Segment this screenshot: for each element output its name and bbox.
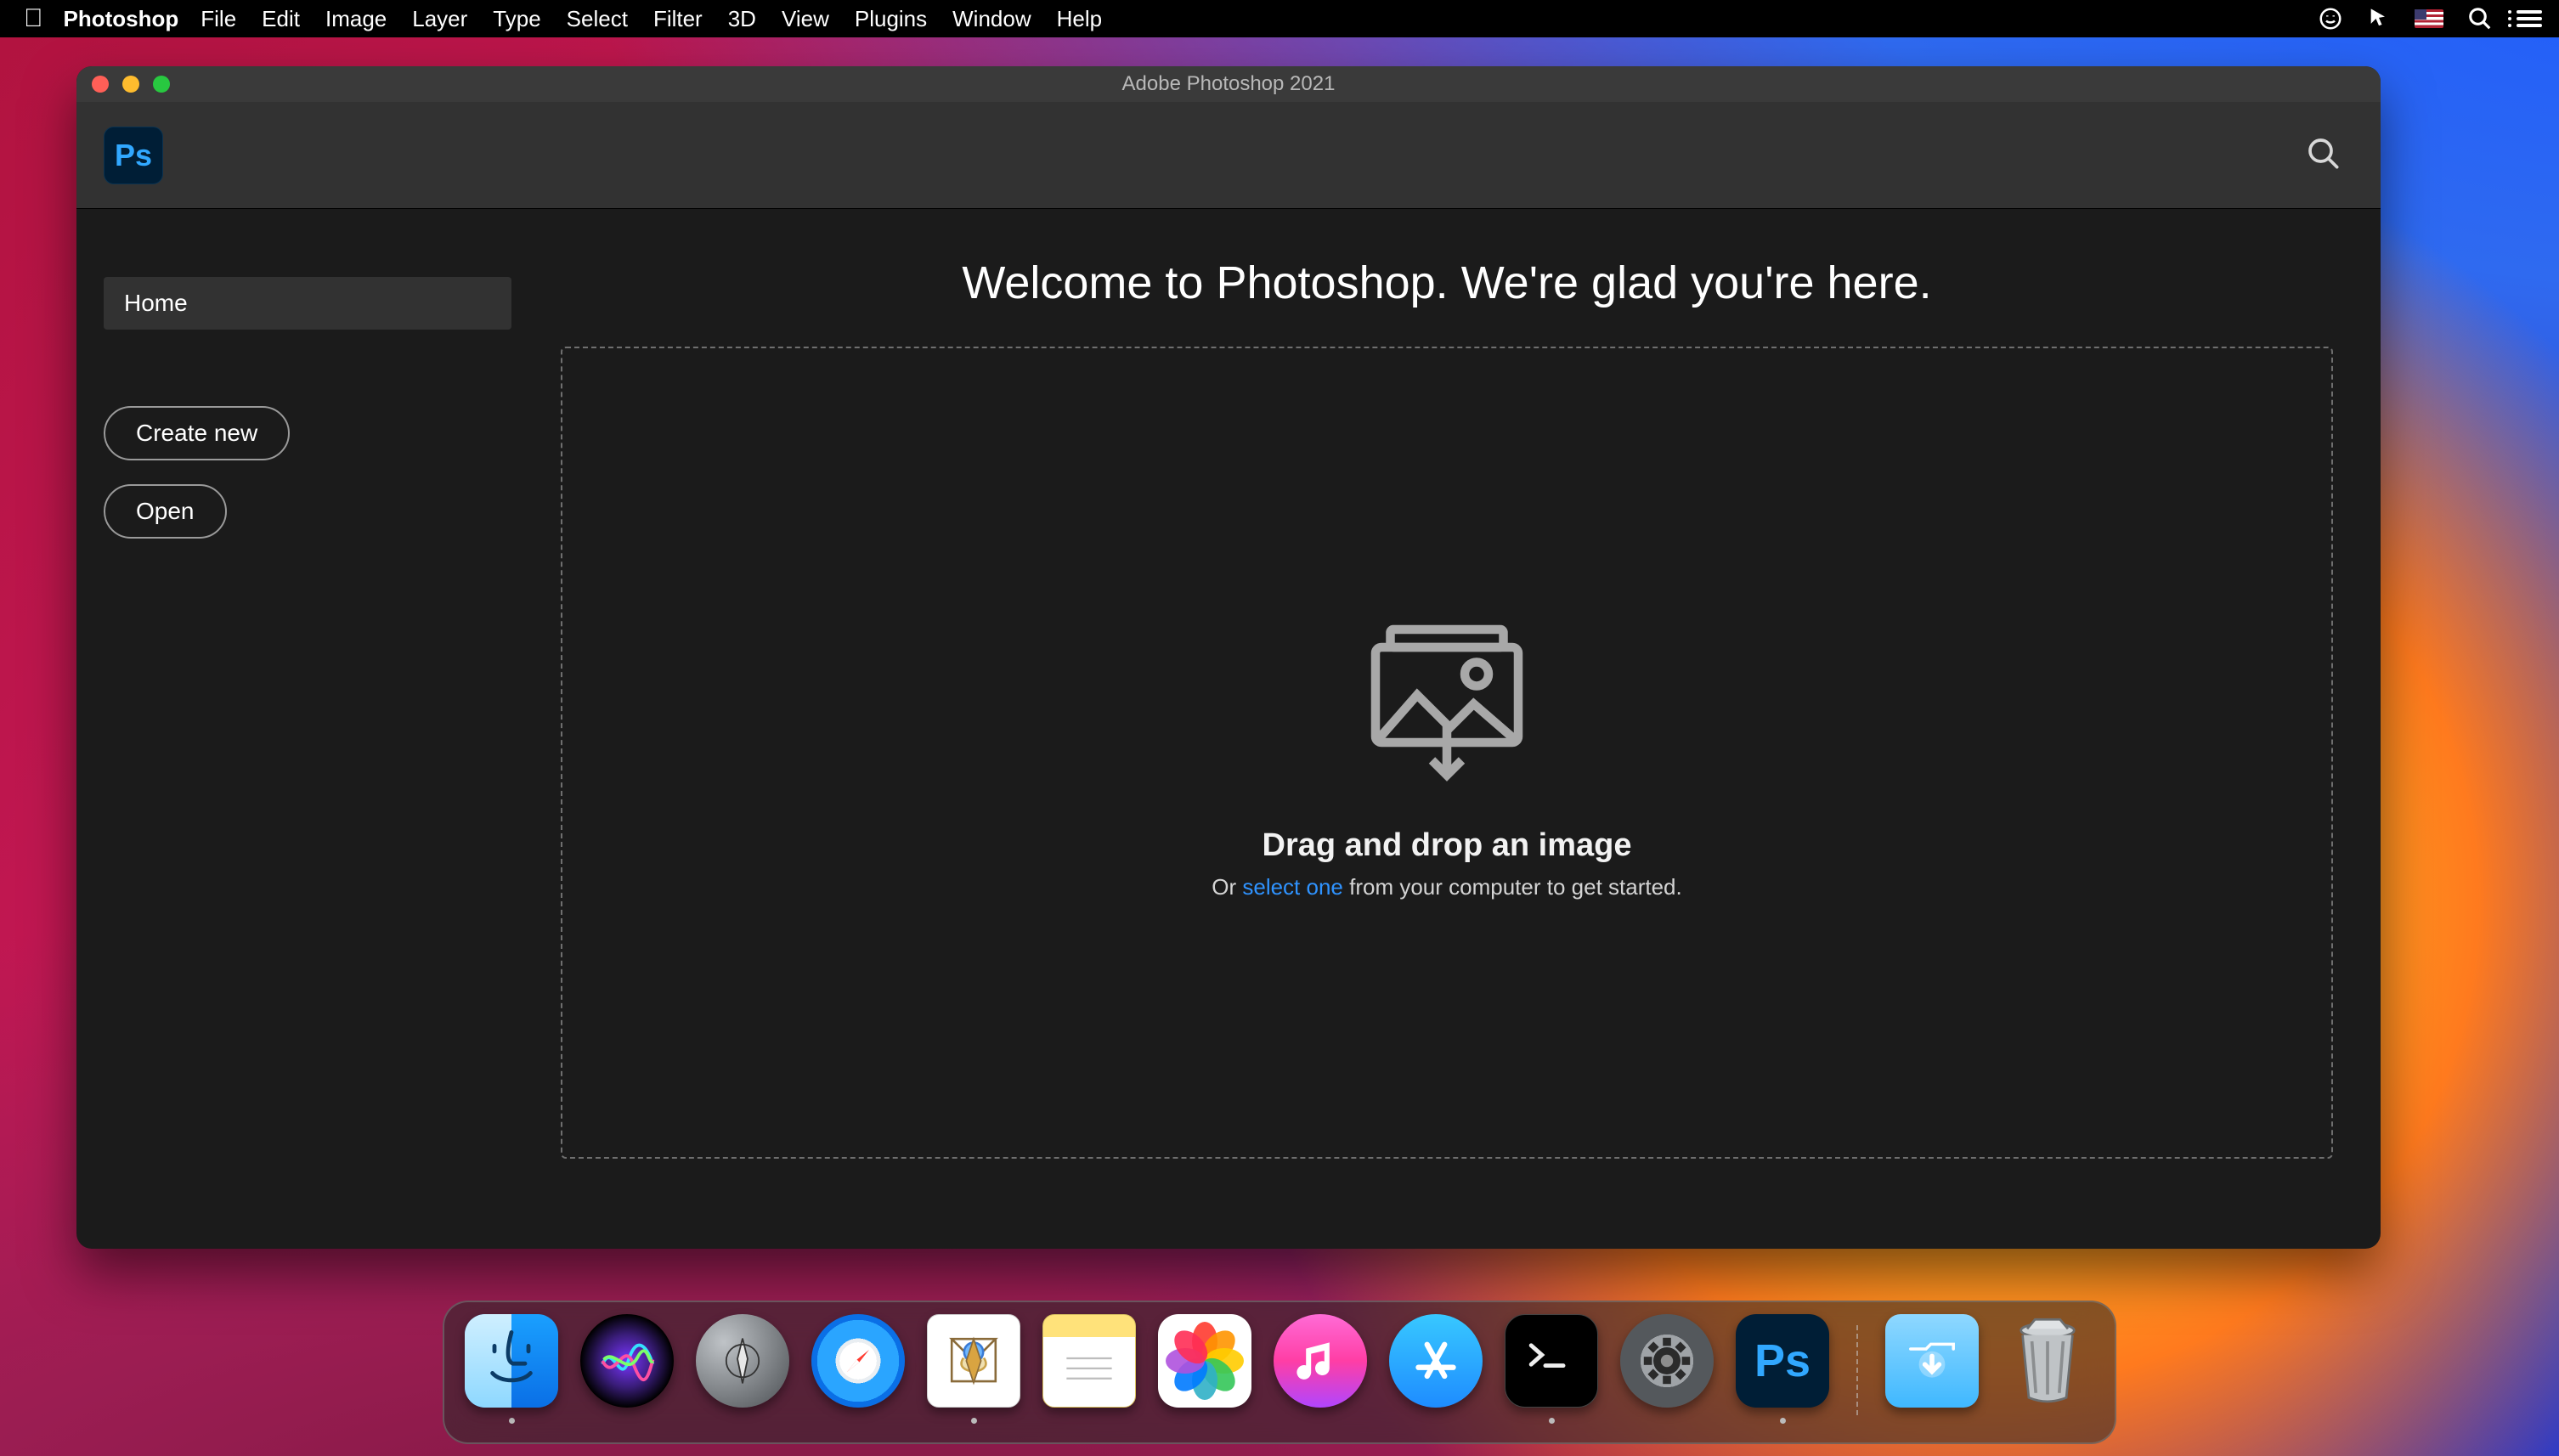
- window-title: Adobe Photoshop 2021: [76, 72, 2381, 96]
- dock-item-terminal[interactable]: [1505, 1314, 1598, 1424]
- drag-drop-zone[interactable]: Drag and drop an image Or select one fro…: [561, 347, 2333, 1159]
- menu-layer[interactable]: Layer: [412, 6, 467, 32]
- terminal-icon: [1505, 1314, 1598, 1408]
- open-button[interactable]: Open: [104, 484, 227, 539]
- home-sidebar: Home Create new Open: [76, 209, 561, 1249]
- menu-image[interactable]: Image: [325, 6, 387, 32]
- dock-indicator: [509, 1418, 515, 1424]
- home-main: Welcome to Photoshop. We're glad you're …: [561, 209, 2381, 1249]
- menu-window[interactable]: Window: [952, 6, 1031, 32]
- sidebar-tab-home[interactable]: Home: [104, 277, 511, 330]
- drop-subtext-prefix: Or: [1212, 874, 1242, 900]
- menu-view[interactable]: View: [782, 6, 829, 32]
- gear-icon: [1620, 1314, 1714, 1408]
- dock-item-system-preferences[interactable]: [1620, 1314, 1714, 1424]
- dock-item-photos[interactable]: [1158, 1314, 1251, 1424]
- select-file-link[interactable]: select one: [1242, 874, 1343, 900]
- photoshop-window: Adobe Photoshop 2021 Ps Home Create new …: [76, 66, 2381, 1249]
- launchpad-icon: [696, 1314, 789, 1408]
- dock-item-trash[interactable]: [2001, 1314, 2094, 1424]
- search-icon[interactable]: [2306, 136, 2340, 174]
- window-titlebar[interactable]: Adobe Photoshop 2021: [76, 66, 2381, 102]
- appstore-icon: [1389, 1314, 1483, 1408]
- menu-plugins[interactable]: Plugins: [855, 6, 927, 32]
- create-new-button[interactable]: Create new: [104, 406, 290, 460]
- drop-subtext: Or select one from your computer to get …: [1212, 874, 1681, 900]
- dock-item-launchpad[interactable]: [696, 1314, 789, 1424]
- music-icon: [1274, 1314, 1367, 1408]
- menu-type[interactable]: Type: [493, 6, 540, 32]
- spotlight-search-icon[interactable]: [2467, 6, 2493, 31]
- trash-icon: [2001, 1314, 2094, 1408]
- downloads-icon: [1885, 1314, 1979, 1408]
- welcome-heading: Welcome to Photoshop. We're glad you're …: [561, 257, 2333, 309]
- dock-container: Ps: [0, 1301, 2559, 1444]
- photos-icon: [1158, 1314, 1251, 1408]
- dock-item-finder[interactable]: [465, 1314, 558, 1424]
- dock-indicator: [971, 1418, 977, 1424]
- photoshop-logo-icon[interactable]: Ps: [104, 127, 163, 184]
- menu-edit[interactable]: Edit: [262, 6, 300, 32]
- image-drop-icon: [1358, 606, 1536, 788]
- menu-3d[interactable]: 3D: [728, 6, 756, 32]
- siri-icon: [580, 1314, 674, 1408]
- dock-item-music[interactable]: [1274, 1314, 1367, 1424]
- macos-dock: Ps: [443, 1301, 2116, 1444]
- menu-filter[interactable]: Filter: [653, 6, 703, 32]
- control-center-icon[interactable]: [2517, 10, 2542, 27]
- status-pointer-icon[interactable]: [2367, 7, 2391, 31]
- dock-item-siri[interactable]: [580, 1314, 674, 1424]
- apple-menu-icon[interactable]: : [24, 4, 43, 33]
- dock-item-downloads[interactable]: [1885, 1314, 1979, 1424]
- dock-indicator: [1780, 1418, 1786, 1424]
- safari-icon: [811, 1314, 905, 1408]
- dock-item-notes[interactable]: [1042, 1314, 1136, 1424]
- status-tray-icon[interactable]: [2318, 6, 2343, 31]
- menubar-app-name[interactable]: Photoshop: [64, 6, 179, 32]
- notes-icon: [1042, 1314, 1136, 1408]
- finder-icon: [465, 1314, 558, 1408]
- menu-select[interactable]: Select: [567, 6, 628, 32]
- dock-item-appstore[interactable]: [1389, 1314, 1483, 1424]
- macos-menubar:  Photoshop File Edit Image Layer Type S…: [0, 0, 2559, 37]
- dock-item-safari[interactable]: [811, 1314, 905, 1424]
- dock-separator: [1856, 1325, 1858, 1415]
- menu-help[interactable]: Help: [1057, 6, 1102, 32]
- dock-item-photoshop[interactable]: Ps: [1736, 1314, 1829, 1424]
- photoshop-app-icon: Ps: [1736, 1314, 1829, 1408]
- drop-heading: Drag and drop an image: [1263, 827, 1632, 864]
- dock-indicator: [1549, 1418, 1555, 1424]
- menu-file[interactable]: File: [201, 6, 236, 32]
- drop-subtext-suffix: from your computer to get started.: [1343, 874, 1682, 900]
- home-toolbar: Ps: [76, 102, 2381, 209]
- dock-item-mail[interactable]: [927, 1314, 1020, 1424]
- status-input-flag-icon[interactable]: [2415, 9, 2443, 28]
- mail-icon: [927, 1314, 1020, 1408]
